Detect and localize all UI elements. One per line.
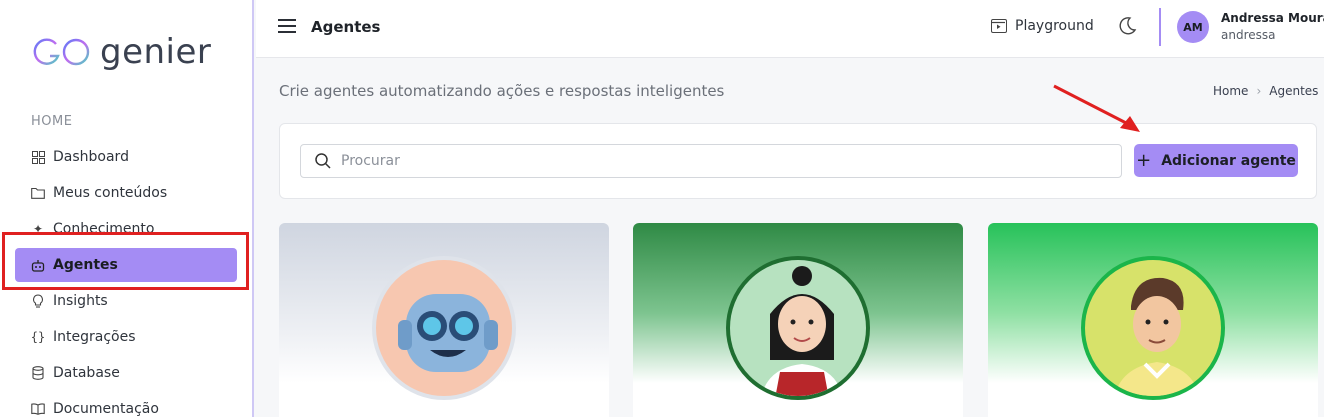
playground-label: Playground: [1015, 18, 1094, 34]
user-name: Andressa Moura: [1221, 11, 1324, 25]
man-avatar: [1081, 256, 1225, 400]
book-icon: [31, 402, 45, 416]
agent-card[interactable]: [988, 223, 1318, 417]
add-agent-label: Adicionar agente: [1161, 152, 1296, 169]
sidebar-item-meus-conteudos[interactable]: Meus conteúdos: [15, 176, 237, 210]
sidebar-item-label: Integrações: [53, 329, 136, 345]
logo[interactable]: genier: [30, 30, 211, 74]
sidebar-item-database[interactable]: Database: [15, 356, 237, 390]
sidebar-item-label: Database: [53, 365, 120, 381]
breadcrumb: Home › Agentes: [1213, 84, 1318, 98]
agent-card[interactable]: [279, 223, 609, 417]
grid-icon: [31, 150, 45, 164]
avatar[interactable]: AM: [1177, 11, 1209, 43]
sidebar-item-integracoes[interactable]: {} Integrações: [15, 320, 237, 354]
logo-mark-icon: [33, 38, 90, 66]
sidebar-item-label: Insights: [53, 293, 108, 309]
breadcrumb-home[interactable]: Home: [1213, 84, 1248, 98]
search-input[interactable]: [341, 153, 1041, 169]
sidebar-item-label: Documentação: [53, 401, 159, 417]
search-toolbar-card: + Adicionar agente: [279, 123, 1317, 199]
braces-icon: {}: [30, 330, 46, 344]
breadcrumb-current: Agentes: [1269, 84, 1319, 98]
sidebar-item-label: Meus conteúdos: [53, 185, 168, 201]
header-divider: [1159, 8, 1161, 46]
play-screen-icon: [991, 19, 1007, 33]
hamburger-menu-icon[interactable]: [278, 19, 296, 33]
sidebar-item-documentacao[interactable]: Documentação: [15, 392, 237, 417]
sidebar: genier HOME Dashboard Meus conteúdos ✦ C…: [0, 0, 254, 417]
plus-icon: +: [1136, 150, 1152, 171]
database-icon: [31, 366, 45, 380]
search-icon: [315, 153, 331, 169]
folder-icon: [31, 186, 45, 200]
sidebar-item-label: Dashboard: [53, 149, 129, 165]
dark-mode-toggle-moon-icon[interactable]: [1116, 15, 1138, 37]
annotation-highlight-box: [2, 232, 249, 290]
page-subtitle: Crie agentes automatizando ações e respo…: [279, 82, 725, 100]
woman-avatar: [726, 256, 870, 400]
page-title: Agentes: [311, 18, 381, 36]
add-agent-button[interactable]: + Adicionar agente: [1134, 144, 1298, 177]
nav-section-label: HOME: [31, 114, 73, 129]
user-login: andressa: [1221, 28, 1276, 42]
bulb-icon: [31, 294, 45, 308]
agent-card[interactable]: [633, 223, 963, 417]
annotation-arrow-icon: [1053, 84, 1140, 132]
playground-button[interactable]: Playground: [991, 18, 1094, 34]
sidebar-item-dashboard[interactable]: Dashboard: [15, 140, 237, 174]
search-field[interactable]: [300, 144, 1122, 178]
robot-avatar: [372, 256, 516, 400]
topbar: Agentes Playground AM Andressa Moura and…: [256, 0, 1324, 58]
chevron-right-icon: ›: [1256, 84, 1262, 98]
logo-text: genier: [100, 32, 212, 72]
